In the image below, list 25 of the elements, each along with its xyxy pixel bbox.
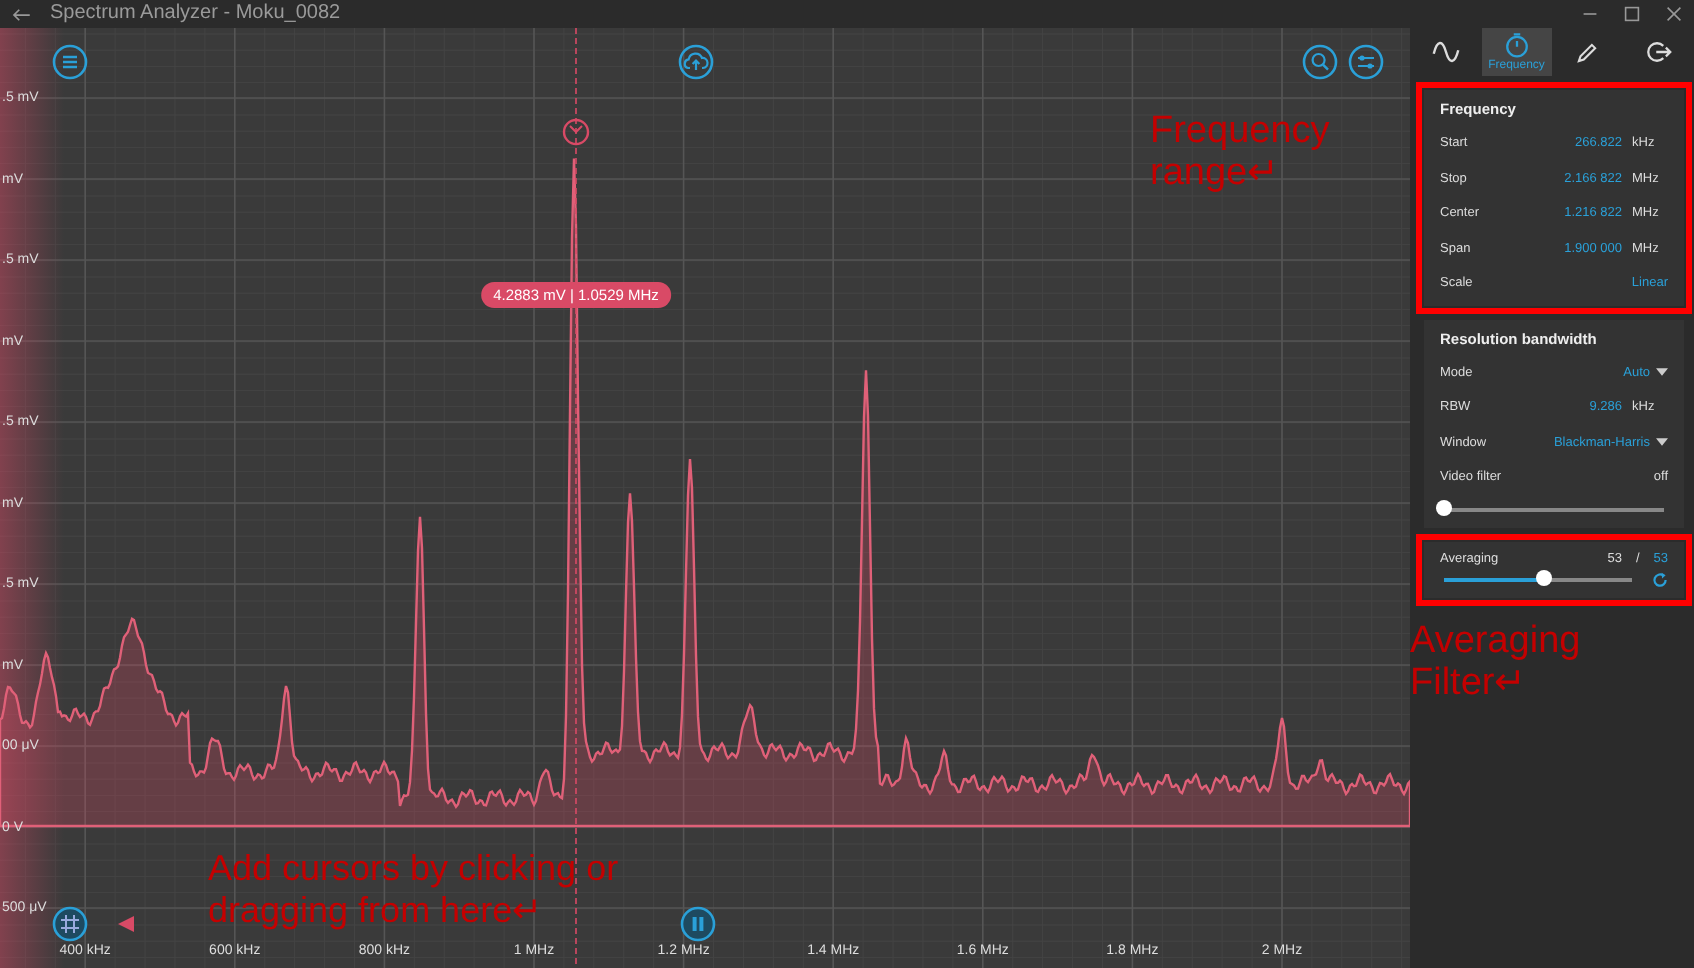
caret-icon — [1656, 438, 1668, 447]
caret-icon — [1656, 368, 1668, 377]
cloud-upload-icon[interactable] — [678, 44, 714, 80]
triangle-marker-icon[interactable] — [118, 916, 134, 932]
refresh-icon[interactable] — [1652, 571, 1668, 587]
pause-icon[interactable] — [680, 906, 716, 942]
slider-thumb[interactable] — [1436, 500, 1452, 516]
search-icon[interactable] — [1302, 44, 1338, 80]
cursor-marker-icon[interactable] — [562, 118, 590, 146]
slider-thumb[interactable] — [1535, 570, 1552, 586]
maximize-icon[interactable] — [1624, 6, 1640, 22]
menu-icon[interactable] — [52, 44, 88, 80]
pencil-icon — [1574, 39, 1601, 65]
window-title: Spectrum Analyzer - Moku_0082 — [50, 2, 341, 26]
grid-icon[interactable] — [52, 906, 88, 942]
annotation-text: Add cursors by clicking or dragging from here↵ — [208, 848, 621, 932]
settings-icon[interactable] — [1348, 44, 1384, 80]
annotation-text: Frequency range↵ — [1150, 110, 1332, 194]
stopwatch-icon — [1503, 32, 1530, 58]
cursor-line[interactable] — [575, 28, 577, 968]
sine-wave-icon — [1431, 38, 1460, 66]
close-icon[interactable] — [1666, 6, 1682, 22]
annotation-text: Averaging Filter↵ — [1410, 620, 1583, 704]
back-arrow-icon[interactable] — [12, 7, 30, 21]
exit-icon — [1644, 38, 1673, 66]
